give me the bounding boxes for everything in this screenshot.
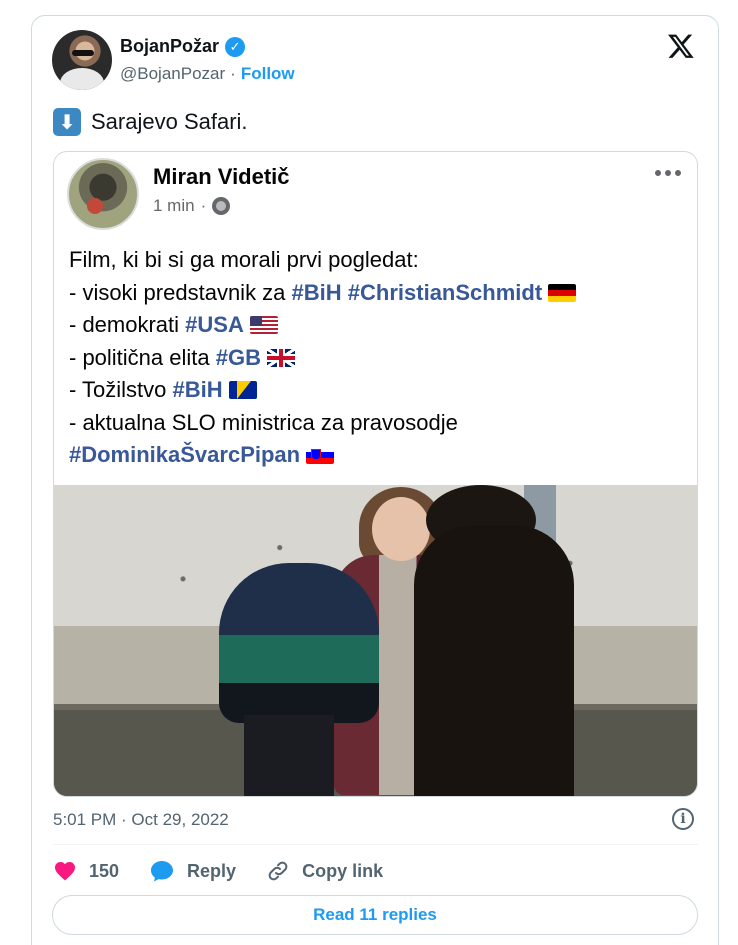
fb-post-line-text: - politična elita [69,344,216,370]
more-options-icon [655,170,681,176]
author-name-row[interactable]: BojanPožar ✓ [120,36,246,57]
flag-gb-icon [267,348,295,367]
x-logo-icon[interactable] [666,32,696,60]
flag-ba-icon [228,381,257,399]
fb-post-line: - aktualna SLO ministrica za pravosodje [69,407,689,440]
fb-post-line-text: Film, ki bi si ga morali prvi pogledat: [69,247,419,272]
flag-us-icon [249,316,278,334]
author-avatar[interactable] [52,30,112,90]
author-handle-row: @BojanPozar · Follow [120,64,295,84]
copy-link-button[interactable]: Copy link [266,859,383,883]
hashtag: #DominikaŠvarcPipan [69,442,301,467]
like-button[interactable]: 150 [53,859,119,883]
fb-post-meta: 1 min · [153,196,231,216]
heart-icon [55,862,75,881]
divider [53,844,698,845]
hashtag: #BiH [172,377,223,402]
embedded-facebook-post-image[interactable]: Miran Videtič 1 min · Film, ki bi si ga … [53,151,698,797]
globe-icon [212,197,231,215]
fb-post-line: - visoki predstavnik za #BiH #ChristianS… [69,277,689,310]
like-count: 150 [89,860,120,881]
reply-label: Reply [187,860,237,881]
fb-post-line-text: - demokrati [69,312,186,337]
author-handle[interactable]: @BojanPozar [120,64,225,84]
fb-post-author-name: Miran Videtič [153,164,290,189]
fb-post-separator: · [200,196,207,215]
fb-post-line: - demokrati #USA [69,309,689,342]
author-display-name[interactable]: BojanPožar [120,36,219,57]
hashtag: #GB [215,344,261,370]
fb-post-line-text: - aktualna SLO ministrica za pravosodje [69,409,458,435]
fb-post-line: - Tožilstvo #BiH [69,374,689,407]
hashtag: #USA [185,312,244,337]
tweet-actions: 150 Reply Copy link [53,858,413,884]
fb-post-line-text: - Tožilstvo [69,377,173,402]
down-arrow-button-icon: ⬇ [53,108,81,136]
verified-badge-icon: ✓ [225,36,246,57]
fb-post-line: #DominikaŠvarcPipan [69,439,689,472]
hashtag: #ChristianSchmidt [347,279,543,305]
handle-separator: · [230,64,236,83]
follow-button[interactable]: Follow [241,64,295,84]
fb-post-line-text: - visoki predstavnik za [69,279,292,305]
fb-post-body: Film, ki bi si ga morali prvi pogledat: -… [69,244,689,472]
tweet-text: ⬇ Sarajevo Safari. [53,108,248,136]
link-icon [268,861,288,881]
tweet-timestamp[interactable]: 5:01 PM · Oct 29, 2022 [53,810,229,830]
info-icon[interactable]: i [672,808,694,830]
fb-post-line: Film, ki bi si ga morali prvi pogledat: [69,244,689,277]
fb-post-photo [54,485,697,796]
reply-button[interactable]: Reply [149,859,236,883]
flag-de-icon [548,283,577,302]
hashtag: #BiH [291,279,342,305]
fb-post-time: 1 min [153,196,195,215]
fb-post-avatar [67,158,139,230]
reply-bubble-icon [151,861,174,882]
fb-post-line: - politična elita #GB [69,342,689,375]
copy-link-label: Copy link [302,860,384,881]
flag-si-icon [306,446,335,464]
tweet-text-content: Sarajevo Safari. [91,109,248,134]
read-replies-button[interactable]: Read 11 replies [52,895,698,935]
